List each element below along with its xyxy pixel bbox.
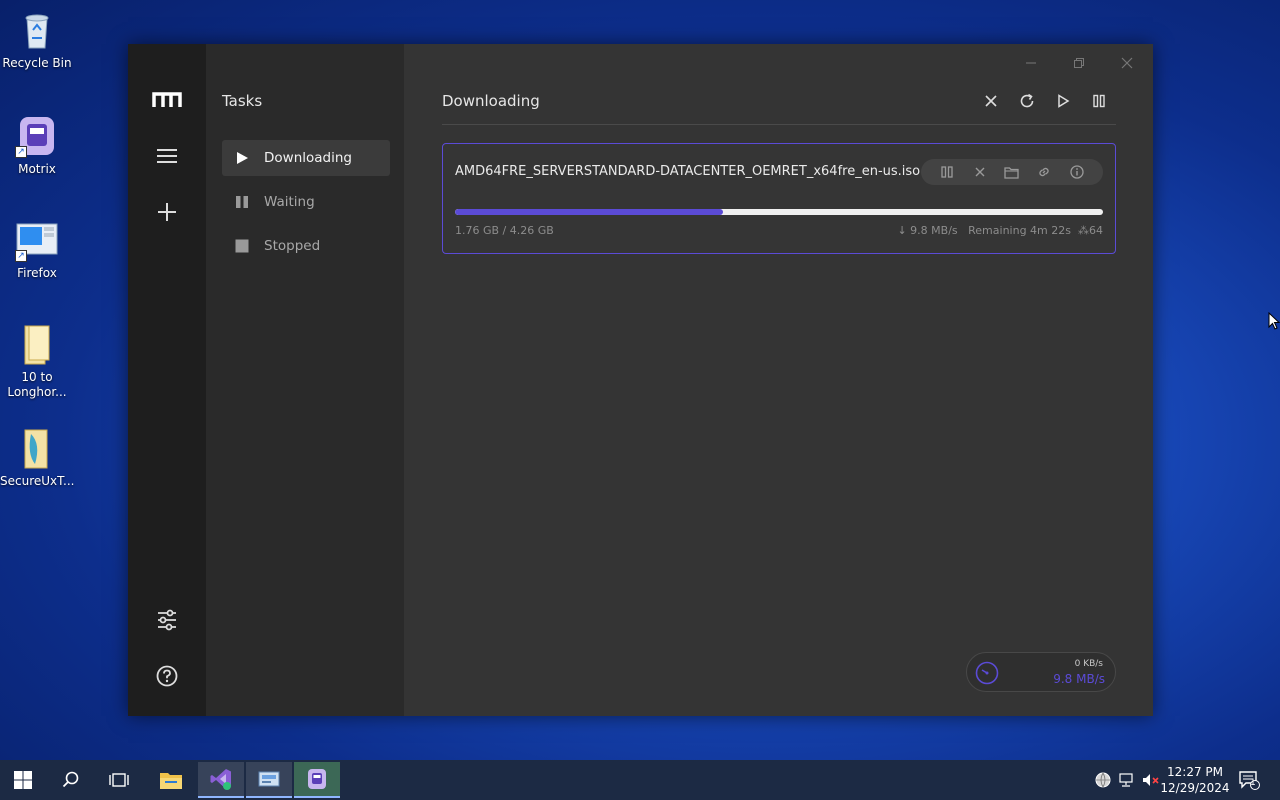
firefox-app-icon: ↗ xyxy=(15,218,59,262)
folder-icon xyxy=(15,322,59,366)
tasks-sidebar: Tasks Downloading Waiting Stopped xyxy=(206,44,404,716)
maximize-button[interactable] xyxy=(1062,50,1096,76)
upload-speed: 0 KB/s xyxy=(1074,659,1103,669)
taskbar-clock[interactable]: 12:27 PM 12/29/2024 xyxy=(1160,764,1230,796)
minimize-button[interactable] xyxy=(1014,50,1048,76)
menu-icon[interactable] xyxy=(152,141,182,171)
folder-icon[interactable] xyxy=(1003,163,1021,181)
stop-icon xyxy=(234,238,250,254)
desktop-icon-label: Motrix xyxy=(18,162,56,176)
mouse-cursor-icon xyxy=(1268,311,1280,334)
sidebar-item-label: Waiting xyxy=(264,194,315,210)
sidebar-item-label: Downloading xyxy=(264,150,352,166)
search-icon[interactable] xyxy=(48,760,94,800)
motrix-window: Tasks Downloading Waiting Stopped Downlo… xyxy=(128,44,1153,716)
taskbar: 12:27 PM 12/29/2024 1 xyxy=(0,760,1280,800)
shortcut-arrow-icon: ↗ xyxy=(15,146,27,158)
resume-all-icon[interactable] xyxy=(1050,88,1076,114)
sidebar-item-waiting[interactable]: Waiting xyxy=(222,184,390,220)
taskbar-app-visual-studio[interactable] xyxy=(198,762,244,798)
desktop-icon-label: Recycle Bin xyxy=(2,56,72,70)
start-button[interactable] xyxy=(0,760,46,800)
clock-time: 12:27 PM xyxy=(1167,765,1223,779)
delete-task-icon[interactable] xyxy=(971,163,989,181)
speedometer-icon xyxy=(975,661,999,685)
sidebar-item-downloading[interactable]: Downloading xyxy=(222,140,390,176)
task-view-icon[interactable] xyxy=(96,760,142,800)
shortcut-arrow-icon: ↗ xyxy=(15,250,27,262)
app-rail xyxy=(128,44,206,716)
link-icon[interactable] xyxy=(1035,163,1053,181)
recycle-bin-icon xyxy=(15,8,59,52)
play-icon xyxy=(234,150,250,166)
pause-all-icon[interactable] xyxy=(1086,88,1112,114)
sidebar-title: Tasks xyxy=(222,92,263,110)
refresh-icon[interactable] xyxy=(1014,88,1040,114)
desktop-icon-firefox[interactable]: ↗ Firefox xyxy=(0,218,74,281)
desktop-icon-label: Firefox xyxy=(17,266,57,280)
desktop-icon-label: 10 to Longhor... xyxy=(7,370,67,399)
network-globe-icon[interactable] xyxy=(1092,760,1114,800)
desktop-icon-label: SecureUxT... xyxy=(0,474,75,488)
task-size: 1.76 GB / 4.26 GB xyxy=(455,224,554,237)
desktop-icon-folder-10-to-longhorn[interactable]: 10 to Longhor... xyxy=(0,322,74,400)
taskbar-app-control-panel[interactable] xyxy=(246,762,292,798)
desktop-icon-motrix[interactable]: ↗ Motrix xyxy=(0,114,74,177)
notification-count: 1 xyxy=(1250,778,1256,788)
file-explorer-icon[interactable] xyxy=(148,760,194,800)
connections-icon: ⁂ xyxy=(1078,224,1089,237)
page-title: Downloading xyxy=(442,92,540,110)
desktop-icon-recycle-bin[interactable]: Recycle Bin xyxy=(0,8,74,71)
add-icon[interactable] xyxy=(152,197,182,227)
close-window-button[interactable] xyxy=(1110,50,1144,76)
secureuxtheme-folder-icon xyxy=(15,426,59,470)
download-speed: ↓ 9.8 MB/s xyxy=(897,224,958,237)
task-item[interactable]: AMD64FRE_SERVERSTANDARD-DATACENTER_OEMRE… xyxy=(442,143,1116,254)
close-icon[interactable] xyxy=(978,88,1004,114)
pause-task-icon[interactable] xyxy=(938,163,956,181)
connections-count: 64 xyxy=(1089,224,1103,237)
pause-icon xyxy=(234,194,250,210)
download-speed-total: 9.8 MB/s xyxy=(1053,672,1105,686)
motrix-logo-icon[interactable] xyxy=(152,85,182,115)
motrix-app-icon: ↗ xyxy=(15,114,59,158)
settings-icon[interactable] xyxy=(152,605,182,635)
main-panel: Downloading AMD64FRE_SERVERSTANDARD-DATA… xyxy=(404,44,1153,716)
notifications-icon[interactable]: 1 xyxy=(1234,760,1264,800)
remaining-time: Remaining 4m 22s xyxy=(968,224,1071,237)
taskbar-app-motrix[interactable] xyxy=(294,762,340,798)
task-stats: ↓ 9.8 MB/s Remaining 4m 22s ⁂64 xyxy=(897,224,1103,237)
clock-date: 12/29/2024 xyxy=(1160,781,1230,795)
task-name: AMD64FRE_SERVERSTANDARD-DATACENTER_OEMRE… xyxy=(455,164,921,179)
volume-muted-icon[interactable] xyxy=(1140,760,1162,800)
network-icon[interactable] xyxy=(1116,760,1138,800)
speed-meter[interactable]: 0 KB/s 9.8 MB/s xyxy=(966,652,1116,692)
progress-bar xyxy=(455,209,1103,215)
info-icon[interactable] xyxy=(1068,163,1086,181)
sidebar-item-label: Stopped xyxy=(264,238,321,254)
progress-fill xyxy=(455,209,723,215)
header-divider xyxy=(442,124,1116,125)
sidebar-item-stopped[interactable]: Stopped xyxy=(222,228,390,264)
desktop-icon-secureuxtheme[interactable]: SecureUxT... xyxy=(0,426,75,489)
task-actions xyxy=(921,159,1103,185)
help-icon[interactable] xyxy=(152,661,182,691)
